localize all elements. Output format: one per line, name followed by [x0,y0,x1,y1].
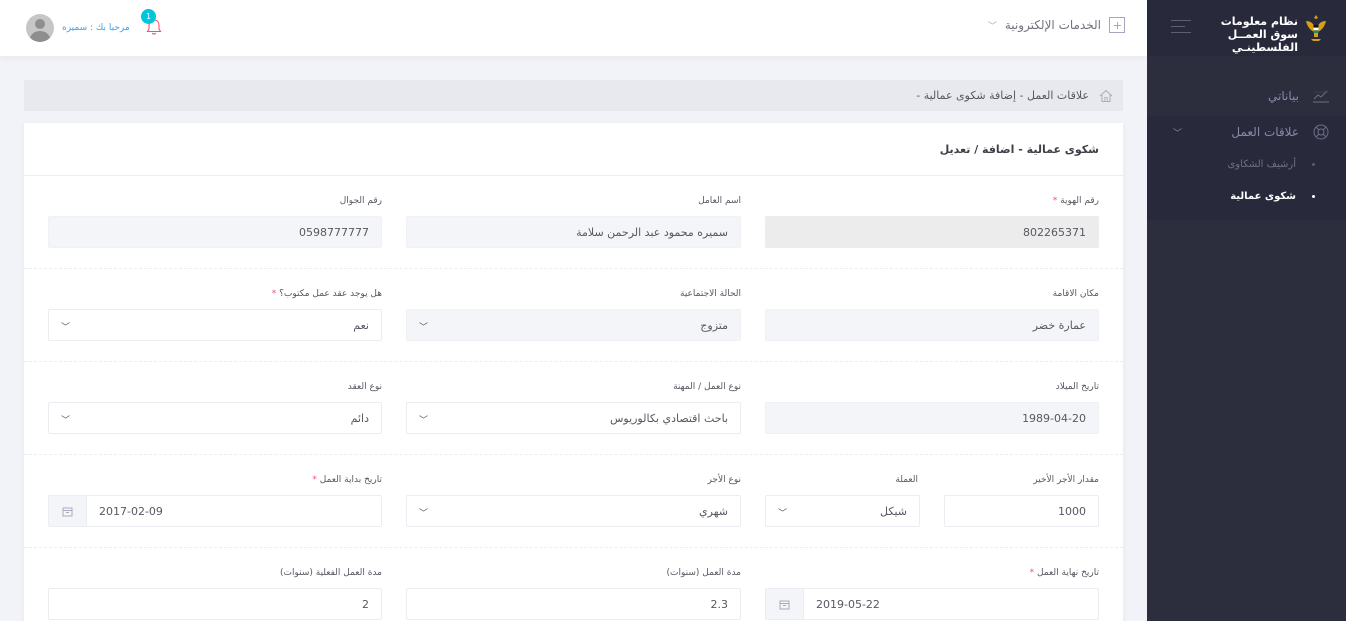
card-header: شكوى عمالية - اضافة / تعديل [24,123,1123,176]
sidebar-subitem-label: أرشيف الشكاوى [1227,158,1296,170]
written-contract-field: * هل يوجد عقد عمل مكتوب؟ نعم ﹀ [48,289,382,341]
worker-name-input[interactable]: سميره محمود عبد الرحمن سلامة [406,216,741,248]
chevron-down-icon: ﹀ [61,323,71,333]
field-label: مكان الاقامة [1052,289,1099,299]
field-label: مدة العمل (سنوات) [666,568,742,578]
sidebar-subitem-labor-complaint[interactable]: شكوى عمالية [1147,180,1346,212]
top-header: الخدمات الإلكترونية ﹀ مرحبا بك : سميره 1 [0,0,1147,56]
sidebar-submenu: أرشيف الشكاوى شكوى عمالية [1147,148,1346,220]
sidebar: نظام معلومات سوق العمــل الفلسطينـي بيان… [1147,0,1346,621]
chevron-down-icon: ﹀ [61,416,71,426]
chevron-down-icon: ﹀ [419,416,429,426]
last-wage-field: مقدار الأجر الأخير 1000 [944,475,1099,527]
last-wage-input[interactable]: 1000 [944,495,1099,527]
sidebar-nav: بياناتي علاقات العمل ﹀ أرشيف الشكاوى شكو… [1147,80,1346,220]
greeting-text: مرحبا بك : سميره [62,23,130,33]
brand: نظام معلومات سوق العمــل الفلسطينـي [1147,0,1346,56]
field-label: نوع الأجر [707,475,741,485]
brand-title: نظام معلومات سوق العمــل الفلسطينـي [1220,15,1298,54]
birth-date-input[interactable]: 1989-04-20 [765,402,1099,434]
contract-type-field: نوع العقد دائم ﹀ [48,382,382,434]
chevron-down-icon: ﹀ [778,509,788,519]
field-label: * تاريخ نهاية العمل [1029,568,1099,578]
field-label: الحالة الاجتماعية [680,289,741,299]
actual-duration-field: مدة العمل الفعلية (سنوات) 2 [48,568,382,620]
field-label: اسم العامل [698,196,741,206]
written-contract-select[interactable]: نعم ﹀ [48,309,382,341]
start-date-input[interactable]: 2017-02-09 [48,495,382,527]
hamburger-line [1171,20,1191,21]
chart-icon [1313,90,1329,103]
residence-field: مكان الاقامة عمارة خضر [765,289,1099,341]
bullet-icon [1312,194,1315,198]
chevron-down-icon: ﹀ [419,323,429,333]
field-label: مدة العمل الفعلية (سنوات) [279,568,382,578]
sidebar-item-label: بياناتي [1268,89,1299,103]
start-date-field: * تاريخ بداية العمل 2017-02-09 [48,475,382,527]
field-label: تاريخ الميلاد [1055,382,1099,392]
hamburger-line [1171,32,1191,33]
field-label: مقدار الأجر الأخير [1033,475,1099,485]
complaint-form-card: شكوى عمالية - اضافة / تعديل * رقم الهوية… [24,123,1123,621]
eservices-label: الخدمات الإلكترونية [1004,18,1101,32]
support-icon [1313,124,1329,140]
form-row: مقدار الأجر الأخير 1000 العملة شيكل ﹀ نوع… [24,455,1123,548]
bullet-icon [1312,162,1315,166]
worker-name-field: اسم العامل سميره محمود عبد الرحمن سلامة [406,196,741,248]
chevron-down-icon: ﹀ [987,21,997,32]
job-type-field: نوع العمل / المهنة باحث اقتصادي بكالوريو… [406,382,741,434]
avatar[interactable] [26,14,54,42]
field-label: * رقم الهوية [1052,196,1099,206]
currency-select[interactable]: شيكل ﹀ [765,495,920,527]
eagle-logo-icon [1306,15,1326,41]
field-label: نوع العقد [347,382,382,392]
actual-duration-input[interactable]: 2 [48,588,382,620]
wage-type-field: نوع الأجر شهري ﹀ [406,475,741,527]
work-duration-input[interactable]: 2.3 [406,588,741,620]
notification-badge: 1 [141,9,156,24]
chevron-down-icon: ﹀ [1173,129,1183,139]
work-duration-field: مدة العمل (سنوات) 2.3 [406,568,742,620]
mobile-field: رقم الجوال 0598777777 [48,196,382,248]
sidebar-item-labor-relations[interactable]: علاقات العمل ﹀ [1147,116,1346,148]
wage-type-select[interactable]: شهري ﹀ [406,495,741,527]
form-row: * رقم الهوية 802265371 اسم العامل سميره … [24,176,1123,269]
sidebar-item-mydata[interactable]: بياناتي [1147,80,1346,112]
sidebar-subitem-complaints-archive[interactable]: أرشيف الشكاوى [1147,148,1346,180]
field-label: رقم الجوال [339,196,382,206]
contract-type-select[interactable]: دائم ﹀ [48,402,382,434]
marital-status-select[interactable]: متزوج ﹀ [406,309,741,341]
form-title: شكوى عمالية - اضافة / تعديل [939,142,1099,156]
user-menu[interactable]: مرحبا بك : سميره [26,14,130,42]
birth-date-field: تاريخ الميلاد 1989-04-20 [765,382,1099,434]
calendar-icon[interactable] [766,589,804,619]
field-label: * تاريخ بداية العمل [312,475,382,485]
home-icon[interactable] [1099,89,1113,103]
chevron-down-icon: ﹀ [419,509,429,519]
add-square-icon [1109,17,1125,33]
currency-field: العملة شيكل ﹀ [765,475,920,527]
field-label: * هل يوجد عقد عمل مكتوب؟ [271,289,382,299]
field-label: نوع العمل / المهنة [673,382,741,392]
marital-status-field: الحالة الاجتماعية متزوج ﹀ [406,289,741,341]
breadcrumb: - علاقات العمل - إضافة شكوى عمالية [24,80,1123,111]
sidebar-item-label: علاقات العمل [1231,125,1299,139]
form-row: * تاريخ نهاية العمل 2019-05-22 مدة العمل… [24,548,1123,621]
menu-toggle-button[interactable] [1171,20,1193,36]
eservices-menu[interactable]: الخدمات الإلكترونية ﹀ [988,17,1125,33]
id-number-field: * رقم الهوية 802265371 [765,196,1099,248]
form-row: تاريخ الميلاد 1989-04-20 نوع العمل / الم… [24,362,1123,455]
field-label: العملة [895,475,918,485]
mobile-input[interactable]: 0598777777 [48,216,382,248]
end-date-input[interactable]: 2019-05-22 [765,588,1099,620]
breadcrumb-text: - علاقات العمل - إضافة شكوى عمالية [916,89,1089,102]
id-number-input[interactable]: 802265371 [765,216,1099,248]
job-type-select[interactable]: باحث اقتصادي بكالوريوس ﹀ [406,402,741,434]
residence-input[interactable]: عمارة خضر [765,309,1099,341]
calendar-icon[interactable] [49,496,87,526]
hamburger-line [1171,26,1185,27]
end-date-field: * تاريخ نهاية العمل 2019-05-22 [765,568,1099,620]
form-row: مكان الاقامة عمارة خضر الحالة الاجتماعية… [24,269,1123,362]
sidebar-subitem-label: شكوى عمالية [1230,190,1296,202]
